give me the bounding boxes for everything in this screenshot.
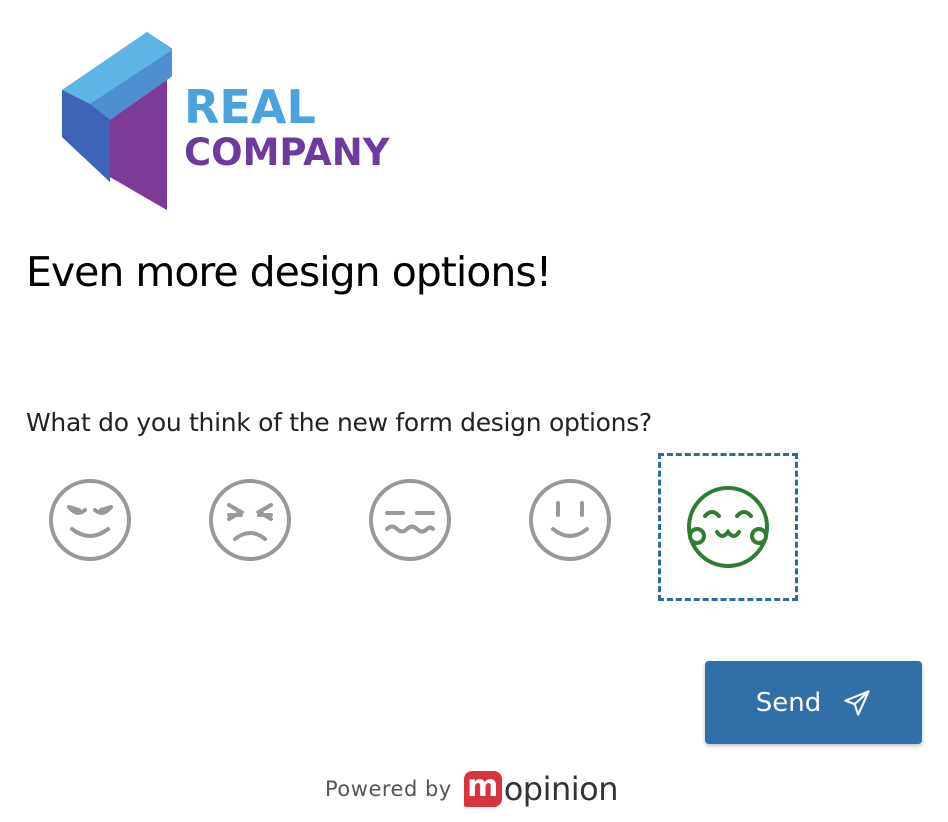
blush-face-icon	[687, 486, 769, 568]
smile-face-icon	[529, 479, 611, 561]
mopinion-logo-text: opinion	[503, 770, 619, 808]
rating-group	[40, 453, 820, 601]
powered-by-text: Powered by	[325, 777, 452, 801]
rating-option-1[interactable]	[40, 470, 140, 570]
mopinion-logo[interactable]: m opinion	[463, 770, 619, 808]
page-title: Even more design options!	[26, 248, 552, 296]
company-logo-mark	[62, 32, 172, 210]
send-button-label: Send	[755, 687, 822, 718]
powered-by-footer: Powered by m opinion	[325, 766, 619, 812]
logo-text-company: COMPANY	[184, 131, 390, 174]
rating-option-3[interactable]	[360, 470, 460, 570]
question-label: What do you think of the new form design…	[26, 408, 652, 437]
paper-plane-icon	[844, 689, 870, 716]
mopinion-logo-mark: m	[463, 771, 502, 807]
rating-option-2[interactable]	[200, 470, 300, 570]
logo-text-real: REAL	[184, 80, 316, 134]
nauseated-face-icon	[369, 479, 451, 561]
angry-squint-face-icon	[209, 479, 291, 561]
company-logo: REAL COMPANY	[62, 32, 422, 214]
smirk-face-icon	[49, 479, 131, 561]
rating-option-4[interactable]	[520, 470, 620, 570]
rating-option-5[interactable]	[658, 453, 798, 601]
send-button[interactable]: Send	[705, 661, 922, 744]
